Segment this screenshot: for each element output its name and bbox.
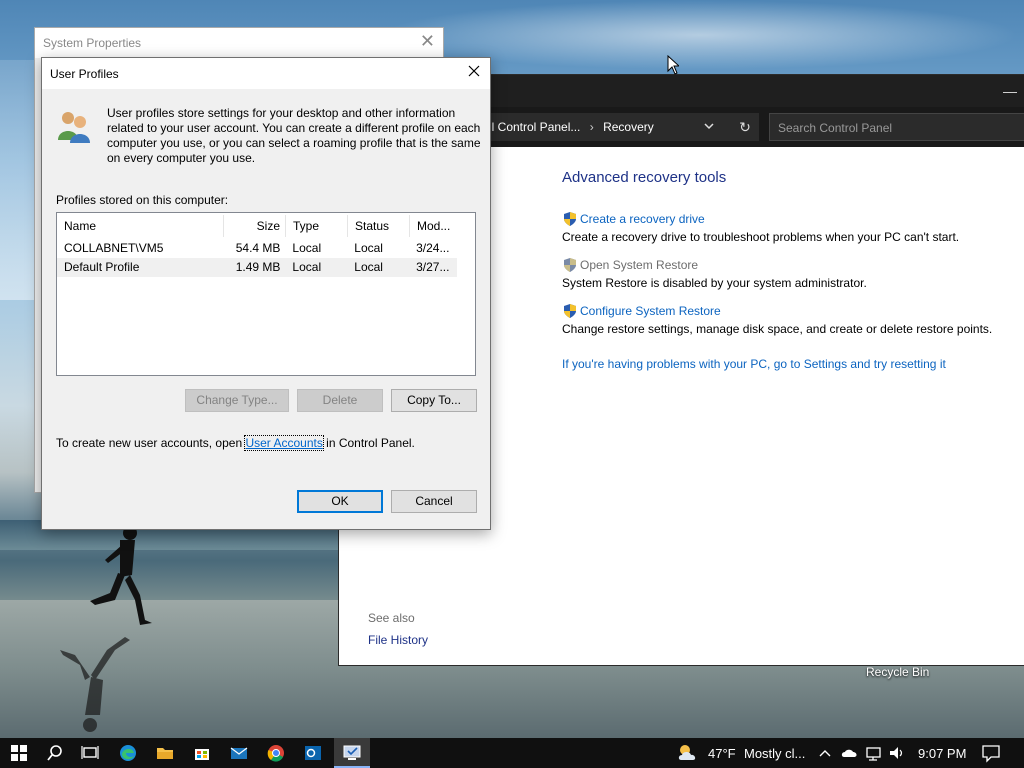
store-icon[interactable] xyxy=(191,742,213,764)
user-profiles-dialog: User Profiles User profiles store settin… xyxy=(41,57,491,530)
accounts-prefix: To create new user accounts, open xyxy=(56,436,246,450)
tool-configure-system-restore: Configure System Restore Change restore … xyxy=(562,303,992,336)
chrome-icon[interactable] xyxy=(265,742,287,764)
minimize-icon[interactable]: — xyxy=(1003,83,1017,99)
weather-description[interactable]: Mostly cl... xyxy=(744,746,805,761)
clock-time[interactable]: 9:07 PM xyxy=(918,746,966,761)
cell-type: Local xyxy=(292,260,322,274)
refresh-icon[interactable]: ↻ xyxy=(734,116,756,138)
users-icon xyxy=(58,112,90,143)
see-also-heading: See also xyxy=(368,611,415,625)
copy-to-button[interactable]: Copy To... xyxy=(391,389,477,412)
edge-icon[interactable] xyxy=(117,742,139,764)
cell-name: Default Profile xyxy=(64,260,140,274)
table-row[interactable]: COLLABNET\VM5 54.4 MB Local Local 3/24..… xyxy=(57,239,457,258)
table-row[interactable]: Default Profile 1.49 MB Local Local 3/27… xyxy=(57,258,457,277)
open-system-restore-label: Open System Restore xyxy=(580,258,699,272)
network-icon[interactable] xyxy=(864,742,884,764)
cell-type: Local xyxy=(292,241,322,255)
column-header-name[interactable]: Name xyxy=(57,215,224,237)
system-properties-titlebar[interactable]: System Properties ✕ xyxy=(35,28,443,58)
chevron-up-icon[interactable] xyxy=(816,742,834,764)
runner-reflection xyxy=(60,637,130,732)
open-system-restore-link: Open System Restore xyxy=(562,257,867,273)
user-profiles-titlebar[interactable]: User Profiles xyxy=(42,58,490,89)
cell-modified: 3/27... xyxy=(416,260,450,274)
profiles-label: Profiles stored on this computer: xyxy=(56,193,229,207)
accounts-text: To create new user accounts, open User A… xyxy=(56,435,415,451)
column-header-type[interactable]: Type xyxy=(286,215,348,237)
breadcrumb-all-control-panel[interactable]: ll Control Panel... xyxy=(489,120,580,134)
mail-icon[interactable] xyxy=(228,742,250,764)
column-header-size[interactable]: Size xyxy=(224,215,286,237)
intro-text: User profiles store settings for your de… xyxy=(107,106,481,165)
ok-button[interactable]: OK xyxy=(297,490,383,513)
reset-pc-link[interactable]: If you're having problems with your PC, … xyxy=(562,357,946,371)
cancel-button[interactable]: Cancel xyxy=(391,490,477,513)
windows-start-icon[interactable] xyxy=(8,742,30,764)
system-properties-icon[interactable] xyxy=(341,742,363,764)
volume-icon[interactable] xyxy=(887,742,907,764)
breadcrumb-recovery[interactable]: Recovery xyxy=(603,120,654,134)
system-properties-title: System Properties xyxy=(43,36,142,50)
uac-shield-icon xyxy=(564,212,576,226)
chevron-down-icon[interactable] xyxy=(703,120,715,132)
runner-silhouette xyxy=(90,526,152,625)
create-recovery-drive-link[interactable]: Create a recovery drive xyxy=(562,211,959,227)
accounts-suffix: in Control Panel. xyxy=(322,436,415,450)
taskbar: 47°F Mostly cl... 9:07 PM xyxy=(0,738,1024,768)
open-system-restore-desc: System Restore is disabled by your syste… xyxy=(562,276,867,290)
list-header: Name Size Type Status Mod... xyxy=(57,213,475,239)
file-explorer-icon[interactable] xyxy=(154,742,176,764)
onedrive-cloud-icon[interactable] xyxy=(840,742,860,764)
search-icon[interactable] xyxy=(44,742,66,764)
cell-status: Local xyxy=(354,260,383,274)
configure-system-restore-label: Configure System Restore xyxy=(580,304,721,318)
chevron-right-icon: › xyxy=(589,120,594,134)
create-recovery-drive-desc: Create a recovery drive to troubleshoot … xyxy=(562,230,960,244)
tool-create-recovery-drive: Create a recovery drive Create a recover… xyxy=(562,211,959,244)
user-accounts-link[interactable]: User Accounts xyxy=(244,435,324,451)
weather-temperature[interactable]: 47°F xyxy=(708,746,736,761)
cell-name: COLLABNET\VM5 xyxy=(64,241,164,255)
profiles-list[interactable]: Name Size Type Status Mod... COLLABNET\V… xyxy=(56,212,476,376)
search-input[interactable]: Search Control Panel xyxy=(769,113,1024,141)
column-header-status[interactable]: Status xyxy=(348,215,410,237)
cell-size: 54.4 MB xyxy=(235,241,281,255)
configure-system-restore-link[interactable]: Configure System Restore xyxy=(562,303,992,319)
recycle-bin-label[interactable]: Recycle Bin xyxy=(866,665,929,679)
cell-status: Local xyxy=(354,241,383,255)
cell-size: 1.49 MB xyxy=(235,260,281,274)
close-icon[interactable] xyxy=(466,63,482,79)
file-history-link[interactable]: File History xyxy=(368,633,428,647)
weather-partly-cloudy-icon[interactable] xyxy=(675,742,701,764)
close-icon[interactable]: ✕ xyxy=(420,31,435,52)
create-recovery-drive-label: Create a recovery drive xyxy=(580,212,705,226)
configure-system-restore-desc: Change restore settings, manage disk spa… xyxy=(562,322,993,336)
dialog-title: User Profiles xyxy=(50,67,119,81)
tool-open-system-restore: Open System Restore System Restore is di… xyxy=(562,257,867,290)
change-type-button[interactable]: Change Type... xyxy=(185,389,289,412)
task-view-icon[interactable] xyxy=(79,742,101,764)
mouse-cursor-icon xyxy=(667,55,679,75)
notifications-icon[interactable] xyxy=(980,742,1002,764)
cell-modified: 3/24... xyxy=(416,241,450,255)
column-header-modified[interactable]: Mod... xyxy=(410,215,458,237)
outlook-icon[interactable] xyxy=(302,742,324,764)
uac-shield-icon xyxy=(564,258,576,272)
page-title: Advanced recovery tools xyxy=(562,169,727,186)
delete-button[interactable]: Delete xyxy=(297,389,383,412)
uac-shield-icon xyxy=(564,304,576,318)
